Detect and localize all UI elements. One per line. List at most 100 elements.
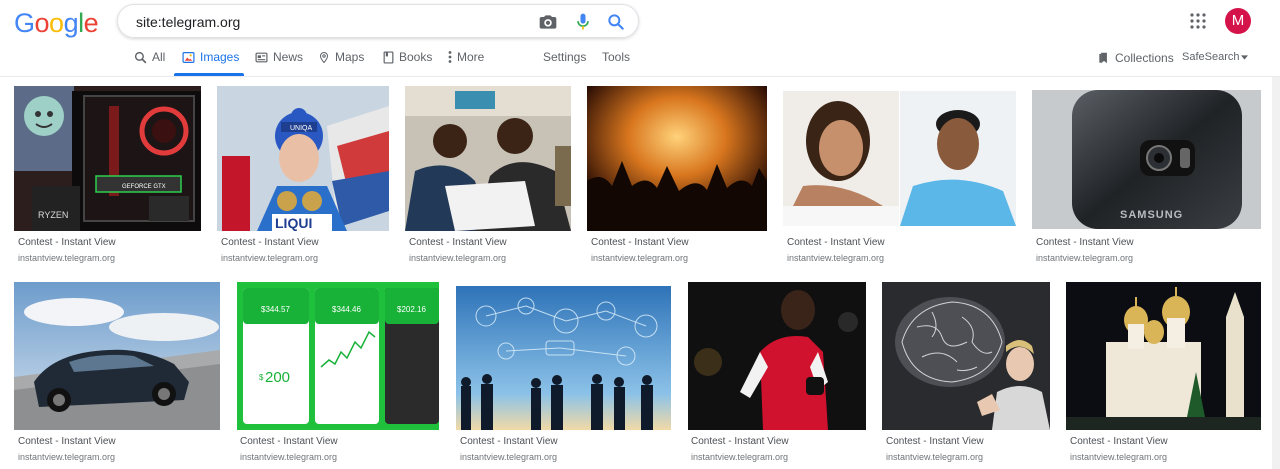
hat-brand: UNIQA [290,125,313,132]
result-caption[interactable]: Contest - Instant View instantview.telegr… [221,236,319,265]
result-image[interactable] [14,282,220,430]
microphone-icon[interactable] [573,12,593,32]
result-image[interactable] [456,286,671,430]
result-image[interactable] [882,282,1050,430]
result-caption[interactable]: Contest - Instant View instantview.telegr… [1036,236,1134,265]
result-image[interactable]: GEFORCE GTX RYZEN [14,86,201,231]
portraits-image [783,91,1016,226]
search-box [117,4,639,38]
result-source: instantview.telegram.org [240,452,338,462]
result-title: Contest - Instant View [691,436,789,447]
scrollbar[interactable] [1272,77,1280,469]
result-source: instantview.telegram.org [787,253,885,263]
tab-tools[interactable]: Tools [602,50,630,64]
search-icon[interactable] [606,12,626,32]
google-logo[interactable]: Google [14,8,99,39]
car-image [14,282,220,430]
result-image[interactable] [1066,282,1261,430]
result-source: instantview.telegram.org [221,253,319,263]
search-icon [134,51,147,63]
tab-more[interactable]: More [448,50,484,64]
result-image[interactable]: $344.57 $ 200 $344.46 $202.16 [237,282,439,430]
camera-icon[interactable] [538,12,558,32]
result-title: Contest - Instant View [18,237,116,248]
tab-books[interactable]: Books [383,50,432,64]
tab-news[interactable]: News [255,50,303,64]
result-source: instantview.telegram.org [886,452,984,462]
skier-image: UNIQA LIQUI [217,86,389,231]
tab-images[interactable]: Images [182,50,239,64]
news-icon [255,52,268,62]
result-image[interactable] [405,86,571,231]
tab-label: Settings [543,50,587,64]
cathedral-image [1066,282,1261,430]
result-image[interactable] [688,282,866,430]
tab-all[interactable]: All [134,50,165,64]
result-title: Contest - Instant View [221,237,319,248]
gpu-label: GEFORCE GTX [122,184,166,190]
header-divider [0,76,1280,77]
map-pin-icon [319,51,329,63]
result-title: Contest - Instant View [240,436,338,447]
tab-maps[interactable]: Maps [318,50,364,64]
tab-label: More [457,50,485,64]
safesearch-label: SafeSearch [1182,51,1240,63]
result-caption[interactable]: Contest - Instant View instantview.telegr… [18,435,116,464]
cpu-label: RYZEN [38,210,68,220]
balance-3: $202.16 [397,305,426,314]
account-avatar[interactable]: M [1225,8,1251,34]
result-title: Contest - Instant View [1036,237,1134,248]
logo-letter: o [49,8,64,38]
result-caption[interactable]: Contest - Instant View instantview.telegr… [18,236,116,265]
result-title: Contest - Instant View [409,237,507,248]
balance-1: $344.57 [261,305,290,314]
tab-label: Images [200,50,240,64]
dropdown-arrow-icon [1241,54,1249,60]
result-image[interactable] [783,86,1016,231]
result-image[interactable]: UNIQA LIQUI [217,86,389,231]
result-caption[interactable]: Contest - Instant View instantview.telegr… [787,236,885,265]
apps-grid-icon[interactable] [1190,13,1206,29]
result-title: Contest - Instant View [1070,436,1168,447]
tab-settings[interactable]: Settings [543,50,586,64]
result-caption[interactable]: Contest - Instant View instantview.telegr… [886,435,984,464]
bookmark-icon [1099,52,1107,64]
result-image[interactable]: SAMSUNG [1032,90,1261,229]
safesearch-menu[interactable]: SafeSearch [1182,51,1249,63]
more-vertical-icon [448,51,452,63]
tab-label: Tools [602,50,631,64]
children-reading-image [405,86,571,231]
logo-letter: o [34,8,50,38]
jersey-text: LIQUI [275,215,312,231]
tab-label: All [152,50,166,64]
result-source: instantview.telegram.org [691,452,789,462]
result-source: instantview.telegram.org [18,452,116,462]
result-caption[interactable]: Contest - Instant View instantview.telegr… [691,435,789,464]
image-icon [182,51,195,63]
result-source: instantview.telegram.org [591,253,689,263]
smartphone-image: SAMSUNG [1032,90,1261,229]
footballer-image [688,282,866,430]
result-title: Contest - Instant View [591,237,689,248]
result-source: instantview.telegram.org [1036,253,1134,263]
balance-2: $344.46 [332,305,361,314]
result-caption[interactable]: Contest - Instant View instantview.telegr… [591,236,689,265]
result-source: instantview.telegram.org [409,253,507,263]
result-title: Contest - Instant View [886,436,984,447]
result-caption[interactable]: Contest - Instant View instantview.telegr… [409,236,507,265]
result-caption[interactable]: Contest - Instant View instantview.telegr… [240,435,338,464]
result-source: instantview.telegram.org [1070,452,1168,462]
result-title: Contest - Instant View [18,436,116,447]
amount: 200 [265,369,290,386]
concert-crowd-image [587,86,767,231]
search-input[interactable] [134,11,518,33]
book-icon [383,50,394,64]
collections-link[interactable]: Collections [1098,51,1174,65]
result-image[interactable] [587,86,767,231]
result-source: instantview.telegram.org [18,253,116,263]
tab-label: Books [399,50,433,64]
result-caption[interactable]: Contest - Instant View instantview.telegr… [1070,435,1168,464]
result-title: Contest - Instant View [460,436,558,447]
tab-label: Maps [335,50,365,64]
result-caption[interactable]: Contest - Instant View instantview.telegr… [460,435,558,464]
